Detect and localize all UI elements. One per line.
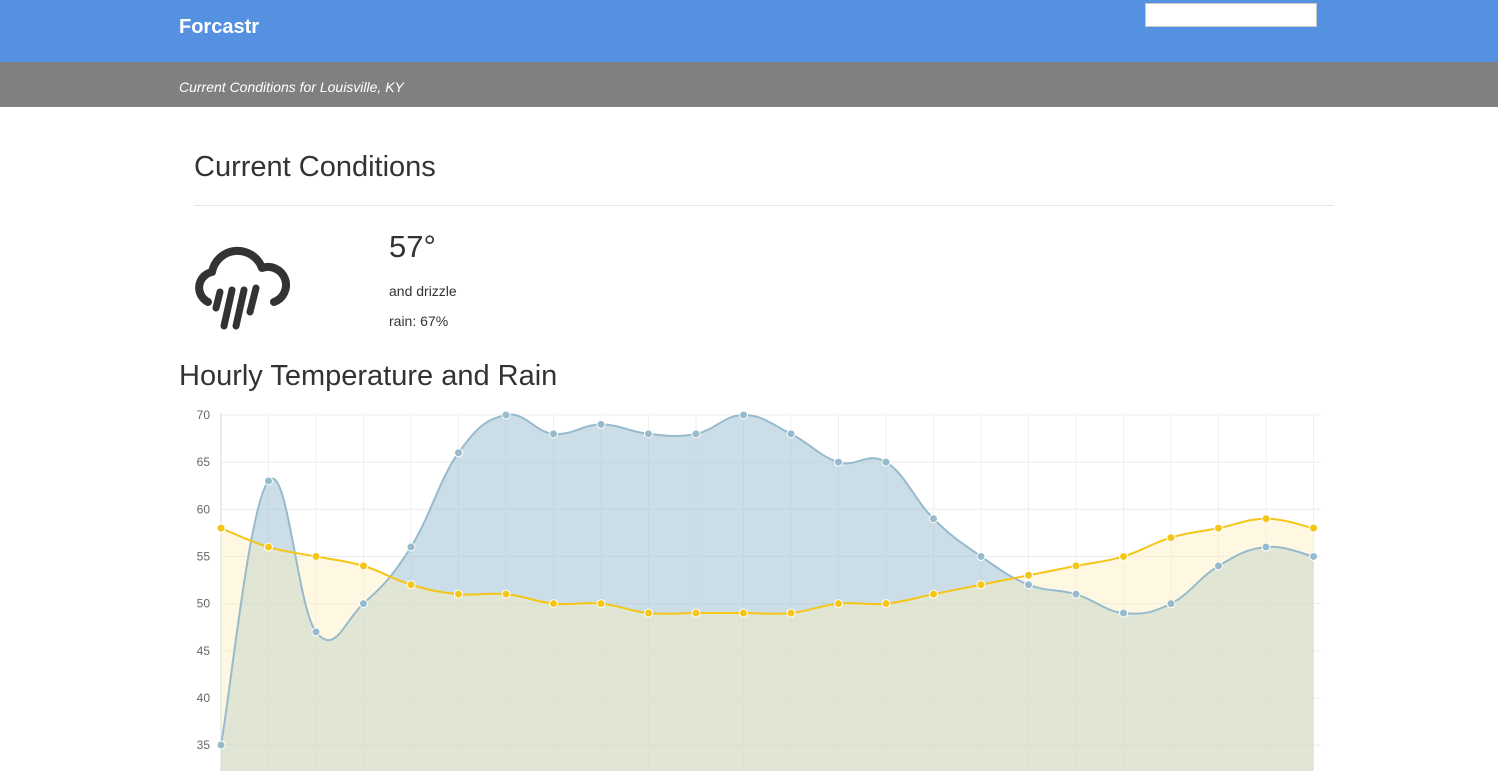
y-tick-label: 55 (197, 549, 211, 563)
brand-logo[interactable]: Forcastr (179, 16, 259, 39)
y-tick-label: 45 (197, 644, 211, 658)
rain-point (1261, 514, 1271, 524)
y-tick-label: 40 (197, 691, 211, 705)
temperature-point (311, 627, 321, 637)
rain-point (739, 608, 748, 618)
location-subheader: Current Conditions for Louisville, KY (0, 62, 1498, 107)
rain-point (501, 589, 511, 599)
temperature-point (1024, 580, 1033, 590)
temperature-point (216, 740, 226, 750)
temperature-point (739, 410, 748, 420)
temperature-point (691, 429, 701, 439)
rain-point (311, 551, 321, 561)
rain-point (406, 580, 416, 590)
rain-chance: rain: 67% (389, 313, 448, 329)
temperature-point (406, 542, 416, 552)
rain-point (454, 589, 463, 599)
current-temperature: 57° (389, 229, 436, 264)
temperature-point (644, 429, 653, 439)
y-tick-label: 50 (197, 597, 211, 611)
section-divider (194, 205, 1334, 206)
rain-point (929, 589, 938, 599)
temperature-point (834, 457, 843, 467)
rain-point (549, 599, 558, 609)
rain-point (834, 599, 843, 609)
hourly-chart: 35 40 45 50 55 60 65 70 (197, 408, 1322, 771)
hourly-chart-title: Hourly Temperature and Rain (179, 360, 558, 392)
weather-summary: and drizzle (389, 283, 457, 299)
rain-point (881, 599, 891, 609)
top-navbar: Forcastr (0, 0, 1498, 62)
rain-point (216, 523, 226, 533)
temperature-point (929, 514, 938, 524)
y-tick-label: 60 (197, 502, 211, 516)
rain-point (976, 580, 986, 590)
temperature-point (976, 551, 986, 561)
rain-point (1309, 523, 1318, 533)
temperature-point (501, 410, 511, 420)
rain-point (359, 561, 368, 571)
location-text: Current Conditions for Louisville, KY (179, 79, 404, 95)
rain-point (644, 608, 653, 618)
rain-point (1071, 561, 1081, 571)
temperature-point (596, 419, 606, 429)
temperature-point (264, 476, 273, 486)
y-tick-label: 35 (197, 738, 211, 752)
rain-point (1024, 570, 1033, 580)
temperature-point (1071, 589, 1081, 599)
temperature-point (1214, 561, 1223, 571)
current-conditions-title: Current Conditions (194, 151, 436, 183)
temperature-point (786, 429, 796, 439)
temperature-point (1309, 551, 1318, 561)
rain-point (596, 599, 606, 609)
temperature-point (549, 429, 558, 439)
search-input[interactable] (1145, 3, 1317, 27)
rain-point (1119, 551, 1128, 561)
rain-point (691, 608, 701, 618)
rain-point (1214, 523, 1223, 533)
temperature-point (359, 599, 368, 609)
rain-point (786, 608, 796, 618)
y-tick-label: 65 (197, 455, 211, 469)
temperature-point (1261, 542, 1271, 552)
temperature-point (881, 457, 891, 467)
rain-point (264, 542, 273, 552)
rain-label: rain: (389, 313, 417, 329)
rain-point (1166, 533, 1176, 543)
temperature-point (1166, 599, 1176, 609)
rain-value: 67% (420, 313, 449, 329)
y-tick-label: 70 (197, 408, 211, 422)
temperature-point (1119, 608, 1128, 618)
temperature-point (454, 448, 463, 458)
rain-cloud-icon (195, 246, 290, 330)
